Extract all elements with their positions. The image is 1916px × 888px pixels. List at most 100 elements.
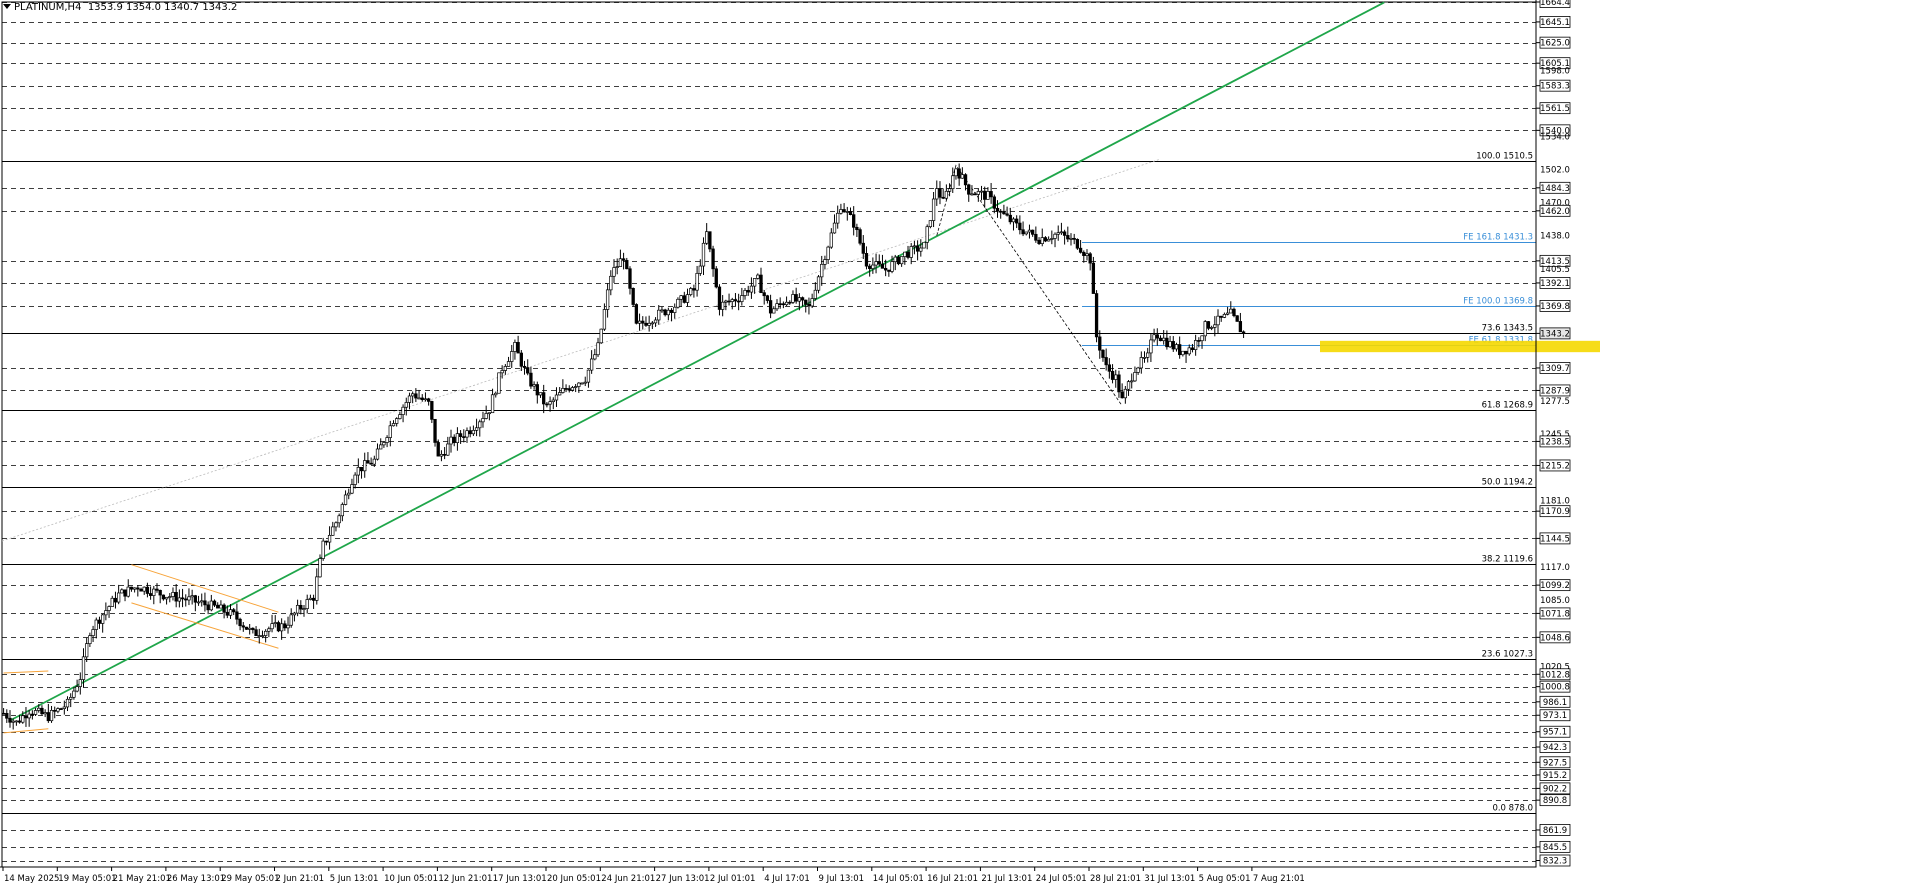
candle-body (69, 696, 73, 700)
candle-body (558, 392, 562, 396)
candle (676, 297, 680, 309)
candle (120, 588, 124, 594)
candle-body (257, 635, 261, 637)
price-label: 1238.5 (1540, 437, 1570, 447)
candle-body (931, 198, 936, 221)
candle (1203, 320, 1207, 342)
candle (206, 601, 210, 615)
candle (33, 707, 38, 716)
candle (701, 237, 706, 276)
candle-body (877, 261, 881, 265)
candle-body (458, 433, 463, 437)
candle (462, 429, 466, 443)
candle-body (132, 587, 137, 590)
candle-body (915, 245, 920, 252)
candle-body (813, 289, 817, 299)
candle-body (609, 275, 613, 291)
candle (69, 693, 73, 708)
plot-frame (1, 1, 1537, 868)
candle-body (168, 596, 172, 598)
candle-body (963, 174, 968, 186)
candle (366, 452, 370, 464)
candle-body (407, 395, 412, 403)
price-label: 1099.2 (1540, 581, 1570, 591)
candle-body (372, 458, 376, 465)
candle-body (960, 174, 964, 179)
candle-body (267, 628, 271, 632)
candle-body (1011, 218, 1016, 223)
candle (743, 288, 747, 300)
candle-body (161, 594, 166, 600)
candle-body (347, 492, 351, 496)
candle (666, 307, 670, 321)
candle (1136, 366, 1140, 375)
candle-body (1142, 356, 1147, 359)
candle-body (116, 592, 121, 603)
candle-body (363, 460, 367, 472)
candle (27, 709, 31, 727)
candle-body (337, 515, 341, 524)
candle (922, 241, 926, 249)
candle-body (1018, 222, 1022, 231)
candle-body (241, 625, 245, 628)
price-label: 986.1 (1543, 698, 1567, 708)
candle-body (909, 246, 913, 258)
candle (711, 245, 715, 277)
candle-body (1190, 347, 1195, 350)
candle (1031, 229, 1035, 237)
candle (1219, 315, 1223, 322)
candle-body (1133, 372, 1137, 382)
candle-body (209, 600, 213, 611)
candle-body (404, 402, 408, 408)
candle (1011, 217, 1016, 231)
candle-body (101, 614, 105, 624)
candle (986, 187, 990, 200)
candle-body (75, 686, 79, 692)
time-label: 14 Jul 05:01 (873, 874, 924, 884)
candle (1117, 370, 1121, 398)
candle (452, 434, 456, 447)
candle-body (586, 369, 591, 383)
candle-body (248, 627, 252, 630)
candle (426, 397, 431, 406)
candle (107, 605, 111, 618)
candle (1126, 380, 1131, 396)
candle-body (420, 397, 424, 401)
candle (401, 404, 405, 423)
candle (727, 293, 731, 306)
candle (273, 615, 277, 628)
candle (510, 344, 514, 368)
candle (634, 303, 639, 325)
candle-body (72, 690, 76, 698)
candle-body (682, 295, 686, 303)
candle-body (938, 188, 942, 198)
candle (241, 621, 245, 632)
candle-body (765, 295, 770, 301)
candle-body (864, 253, 869, 267)
candle-body (535, 384, 539, 396)
price-label: 1071.8 (1540, 609, 1570, 619)
candle-body (228, 609, 233, 616)
candle-body (478, 421, 482, 429)
candle (983, 186, 987, 208)
candle-body (641, 320, 645, 324)
time-label: 31 Jul 13:01 (1144, 874, 1195, 884)
candle (436, 439, 440, 457)
price-chart[interactable]: 100.0 1510.5 73.6 1343.5 61.8 1268.9 50.0 1… (0, 0, 1916, 888)
candle-body (983, 190, 987, 200)
candle (762, 289, 766, 305)
candle (14, 720, 19, 726)
candle (1024, 231, 1028, 236)
candle (324, 540, 329, 546)
candle-body (315, 576, 319, 601)
candle-body (62, 706, 66, 709)
candle (1232, 307, 1236, 318)
candle-body (768, 300, 773, 314)
candle (257, 628, 261, 644)
price-label: 1392.1 (1540, 279, 1570, 289)
candle-body (318, 558, 322, 578)
time-label: 29 May 05:01 (221, 874, 279, 884)
candle (474, 418, 479, 437)
candle-body (295, 604, 300, 614)
candle (951, 167, 955, 193)
